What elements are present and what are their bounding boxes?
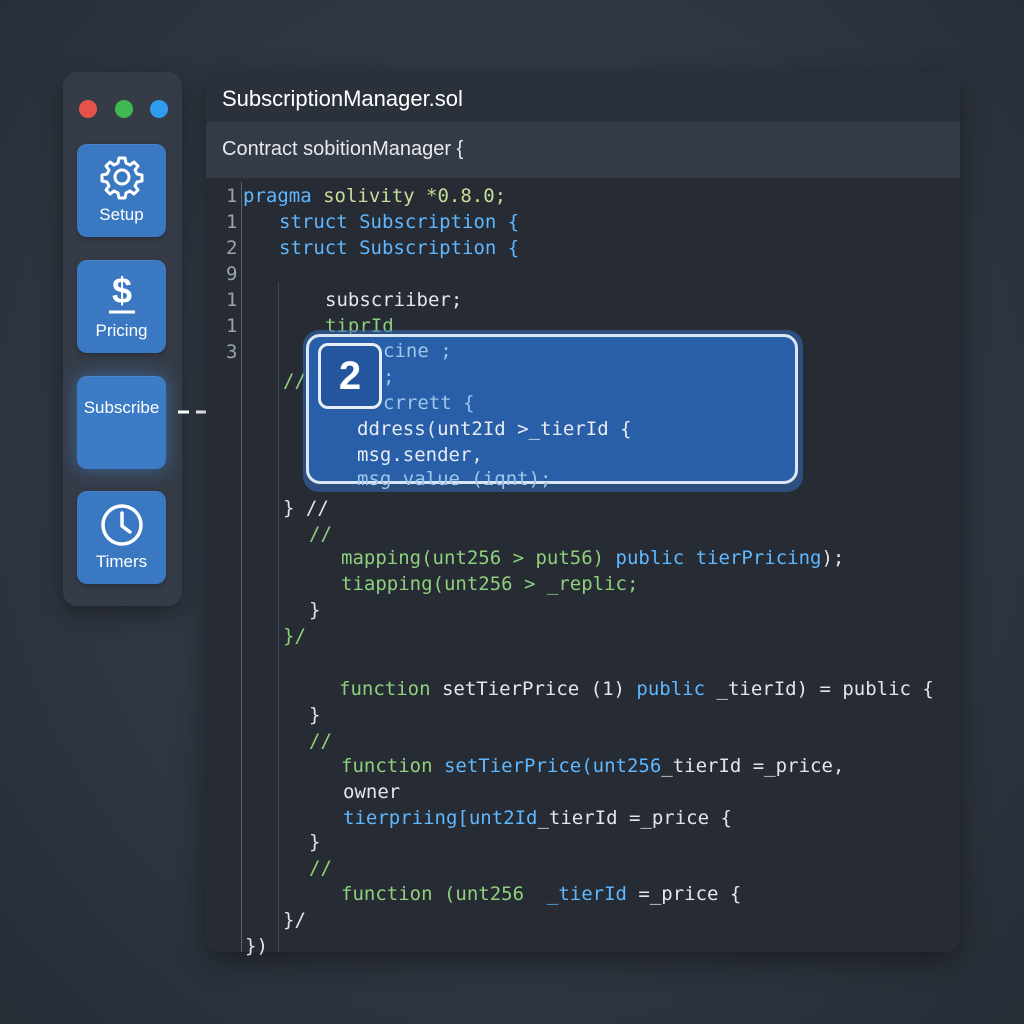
line-number: 1: [226, 211, 238, 233]
code-line: mapping(unt256 > put56) public tierPrici…: [341, 547, 845, 569]
line-number: 3: [226, 341, 238, 363]
editor-title-bar: SubscriptionManager.sol: [206, 72, 960, 122]
code-line: subscriiber;: [325, 289, 463, 311]
indent-guide: [278, 282, 279, 952]
code-line: function setTierPrice (1) public _tierId…: [339, 678, 934, 700]
clock-icon: [77, 501, 166, 547]
code-line: pragma solivity *0.8.0;: [243, 185, 507, 207]
highlight-code-line: ;: [383, 366, 395, 388]
svg-text:$: $: [111, 270, 131, 311]
close-window-button[interactable]: [79, 100, 97, 118]
code-line: } //: [283, 497, 329, 519]
code-line: tiapping(unt256 > _replic;: [341, 573, 639, 595]
line-number: 2: [226, 237, 238, 259]
code-line: }: [309, 831, 321, 853]
gutter-divider: [241, 182, 242, 952]
sidebar-item-label: Timers: [95, 552, 148, 571]
line-number: 9: [226, 263, 238, 285]
sidebar-item-pricing[interactable]: $ Pricing: [77, 260, 166, 353]
breadcrumb: Contract sobitionManager {: [222, 138, 464, 160]
highlight-code-line: cine ;: [383, 340, 452, 362]
code-line: }/: [283, 625, 306, 647]
code-line: //: [309, 857, 332, 879]
code-line: struct Subscription {: [279, 237, 520, 259]
code-line: }): [245, 935, 268, 957]
file-name-tab[interactable]: SubscriptionManager.sol: [222, 86, 463, 112]
highlight-code-line: msg.sender,: [357, 444, 483, 466]
dollar-icon: $: [77, 270, 166, 316]
highlight-code-line: ddress(unt2Id >_tierId {: [357, 418, 632, 440]
maximize-window-button[interactable]: [150, 100, 168, 118]
code-line: tierpriing[unt2Id_tierId =_price {: [343, 807, 732, 829]
code-line: }/: [283, 909, 306, 931]
breadcrumb-bar: Contract sobitionManager {: [206, 122, 960, 178]
line-number: 1: [226, 315, 238, 337]
sidebar-item-subscribe[interactable]: Subscribe: [77, 376, 166, 469]
sidebar-item-label: Setup: [99, 205, 144, 224]
line-number: 1: [226, 289, 238, 311]
sidebar-item-timers[interactable]: Timers: [77, 491, 166, 584]
code-line: }: [309, 599, 321, 621]
code-line: }: [309, 704, 321, 726]
line-number: 1: [226, 185, 238, 207]
sidebar-item-label: Pricing: [95, 321, 148, 340]
code-line: //: [309, 523, 332, 545]
code-line: //: [309, 730, 332, 752]
code-line: function (unt256 _tierId =_price {: [341, 883, 742, 905]
highlight-code-line: crrett {: [383, 392, 475, 414]
code-line: function setTierPrice(unt256_tierId =_pr…: [341, 755, 845, 777]
sidebar-item-label: Subscribe: [83, 398, 160, 417]
gear-icon: [77, 154, 166, 200]
highlight-code-line: msg value (iqnt);: [357, 468, 552, 490]
minimize-window-button[interactable]: [115, 100, 133, 118]
step-number-badge: 2: [318, 343, 382, 409]
sidebar-item-setup[interactable]: Setup: [77, 144, 166, 237]
code-line: struct Subscription {: [279, 211, 520, 233]
code-line: owner: [343, 781, 401, 803]
